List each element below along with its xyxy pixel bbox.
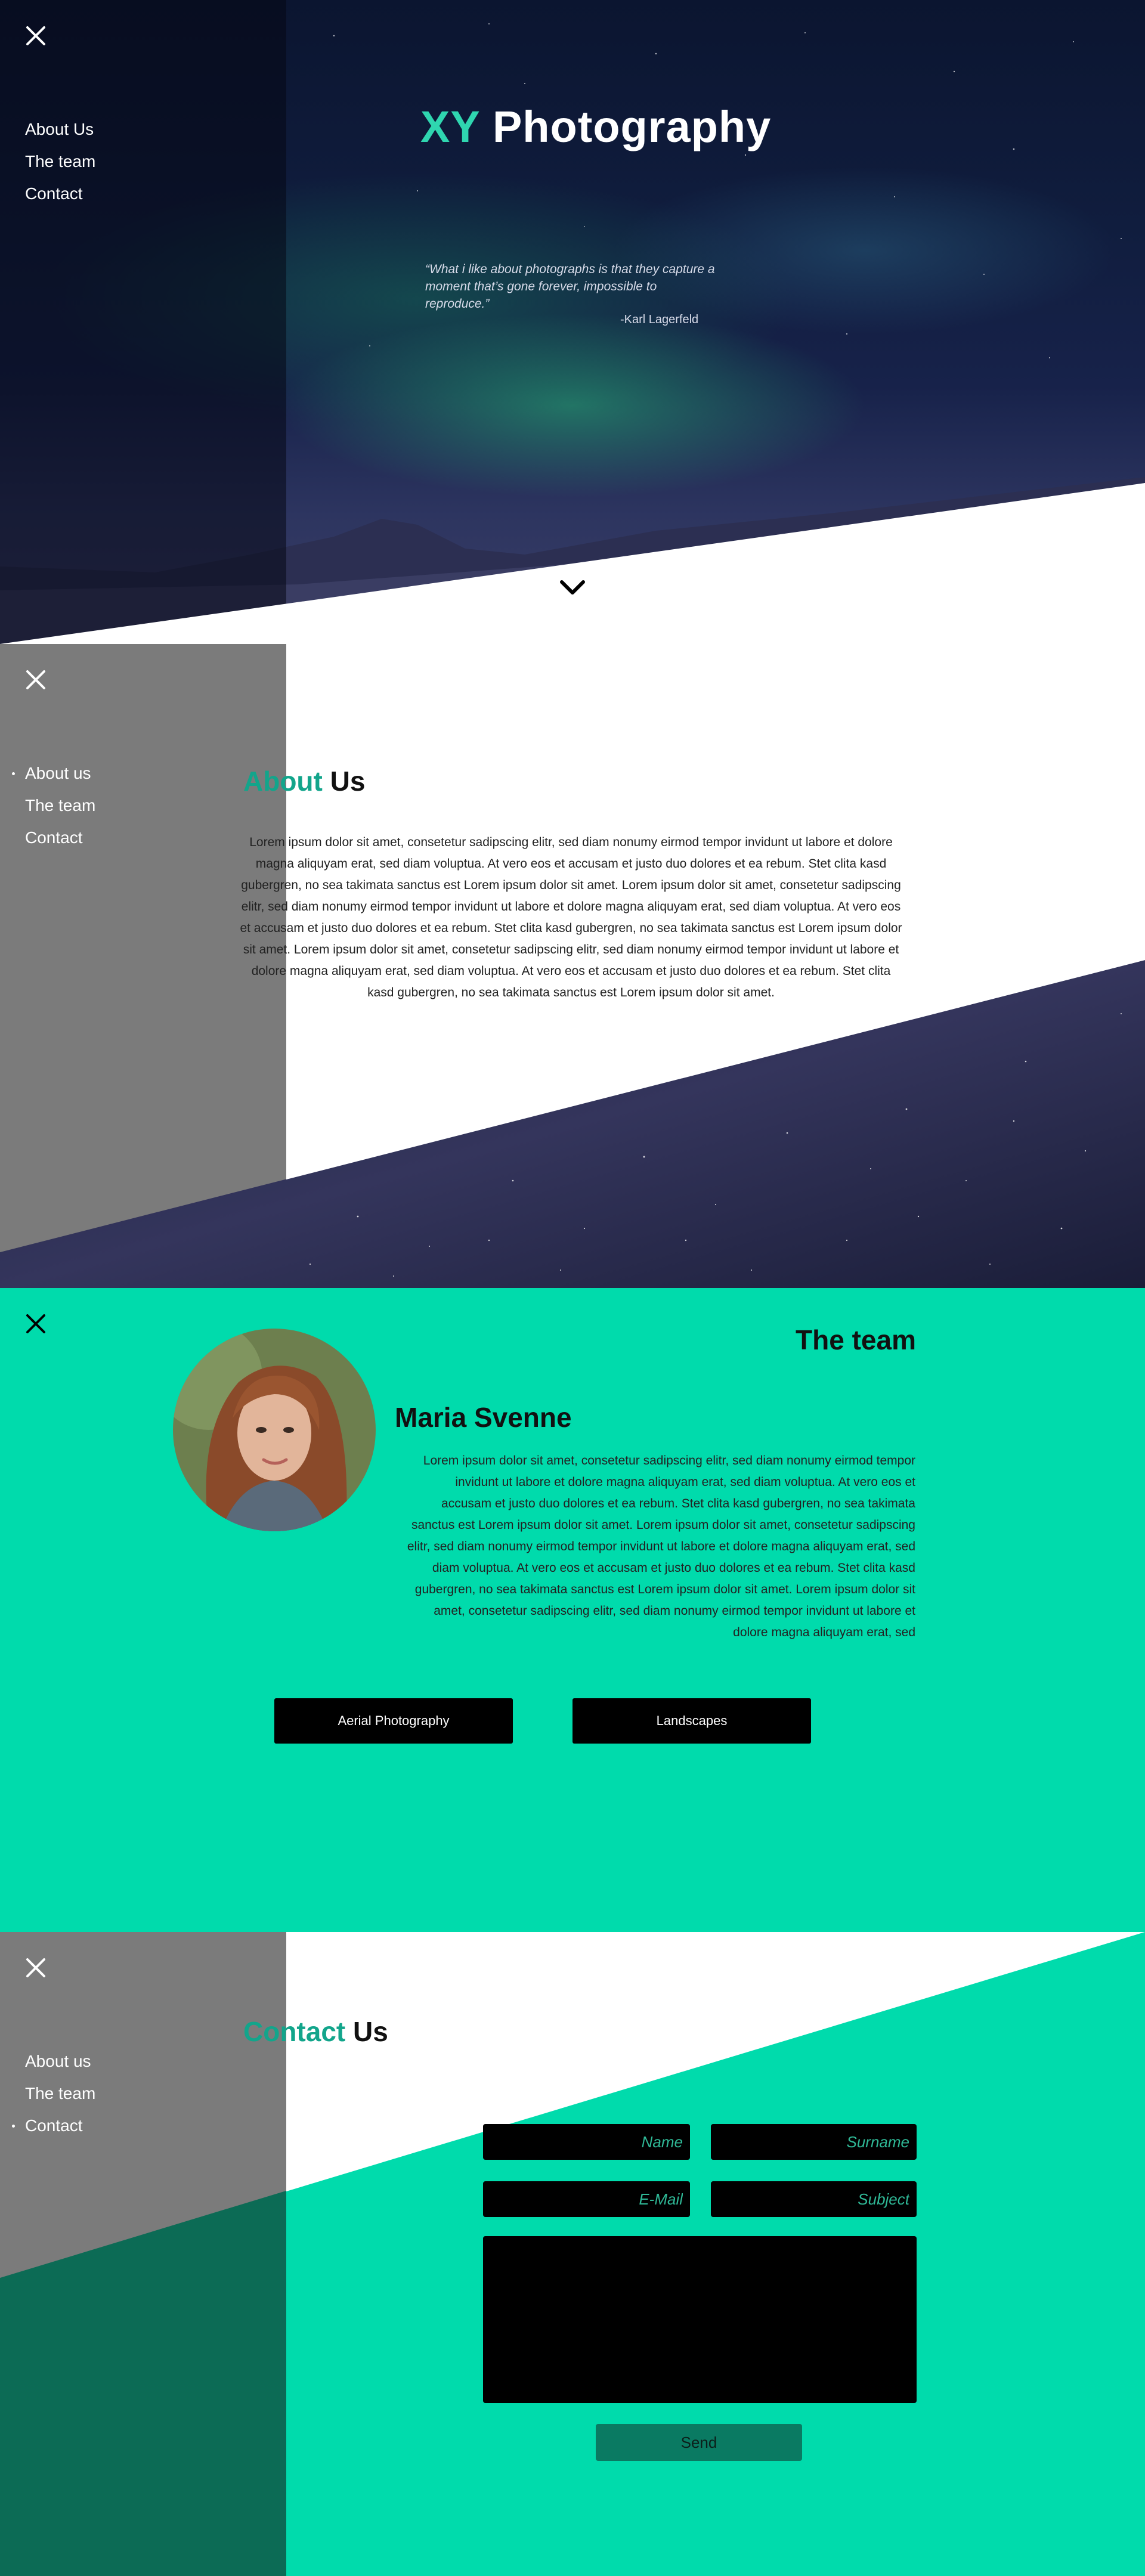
close-menu-button[interactable] (25, 25, 47, 47)
hero-quote-author: -Karl Lagerfeld (620, 313, 699, 326)
message-field[interactable] (483, 2236, 917, 2403)
site-title-accent: XY (420, 102, 480, 151)
close-icon (26, 1958, 45, 1977)
chevron-down-icon (560, 580, 585, 595)
about-title: About Us (243, 765, 365, 797)
nav-the-team[interactable]: The team (25, 145, 204, 178)
diagonal-divider (0, 483, 1145, 644)
about-section: About us The team Contact About Us Lorem… (0, 644, 1145, 1288)
nav-contact[interactable]: Contact (12, 2110, 204, 2142)
member-name: Maria Svenne (395, 1402, 572, 1433)
team-title: The team (796, 1324, 916, 1355)
nav-contact[interactable]: Contact (25, 178, 204, 210)
nav-the-team[interactable]: The team (25, 789, 204, 822)
nav-about-us[interactable]: About us (25, 2045, 204, 2077)
contact-title-accent: Contact (243, 2016, 346, 2047)
about-title-rest: Us (322, 766, 366, 797)
side-nav: About us The team Contact (12, 757, 204, 854)
close-menu-button[interactable] (25, 1957, 47, 1979)
nav-about-us[interactable]: About Us (25, 113, 204, 145)
landscapes-button[interactable]: Landscapes (572, 1698, 811, 1744)
nav-about-us[interactable]: About us (12, 757, 204, 789)
about-title-accent: About (243, 766, 323, 797)
aerial-photography-button[interactable]: Aerial Photography (274, 1698, 513, 1744)
side-nav: About us The team Contact (12, 2045, 204, 2142)
subject-field[interactable] (711, 2181, 917, 2217)
nav-the-team[interactable]: The team (25, 2077, 204, 2110)
email-field[interactable] (483, 2181, 690, 2217)
team-section: The team Maria Svenne Lorem ipsum dolor … (0, 1288, 1145, 1932)
close-icon (26, 670, 45, 689)
contact-title: Contact Us (243, 2015, 388, 2048)
contact-title-rest: Us (345, 2016, 388, 2047)
site-title-rest: Photography (479, 102, 772, 151)
scroll-down-button[interactable] (559, 580, 586, 596)
close-icon (26, 1314, 45, 1333)
close-icon (26, 26, 45, 45)
send-button[interactable]: Send (596, 2424, 802, 2461)
about-body: Lorem ipsum dolor sit amet, consetetur s… (240, 835, 902, 999)
hero-quote: “What i like about photographs is that t… (425, 262, 715, 311)
avatar (173, 1329, 376, 1531)
nav-contact[interactable]: Contact (25, 822, 204, 854)
hero-section: About Us The team Contact XY Photography… (0, 0, 1145, 644)
contact-section: About us The team Contact Contact Us Sen… (0, 1932, 1145, 2576)
member-bio: Lorem ipsum dolor sit amet, consetetur s… (407, 1454, 915, 1639)
side-nav: About Us The team Contact (25, 113, 204, 210)
site-title: XY Photography (420, 101, 771, 152)
close-menu-button[interactable] (25, 669, 47, 691)
surname-field[interactable] (711, 2124, 917, 2160)
close-menu-button[interactable] (25, 1313, 47, 1335)
name-field[interactable] (483, 2124, 690, 2160)
